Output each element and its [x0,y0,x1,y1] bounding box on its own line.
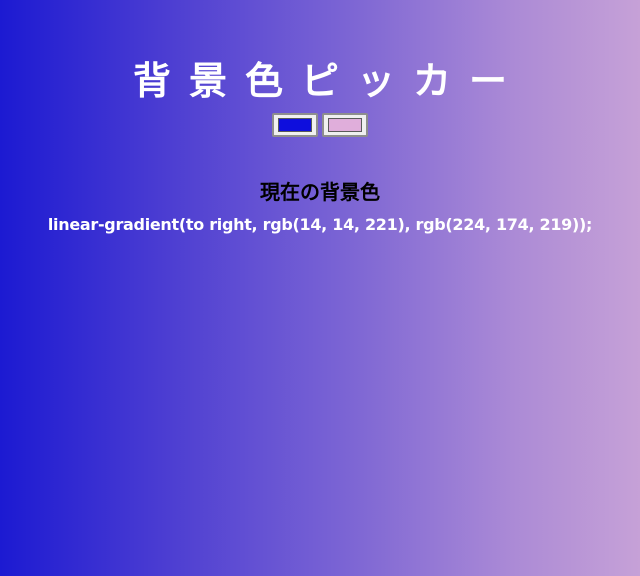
color-picker-end-fill [328,118,362,132]
color-picker-group [0,113,640,137]
page-title: 背景色ピッカー [132,59,525,104]
current-background-css: linear-gradient(to right, rgb(14, 14, 22… [47,215,593,234]
color-picker-end[interactable] [322,113,368,137]
color-picker-start[interactable] [272,113,318,137]
current-background-heading: 現在の背景色 [260,179,380,204]
color-picker-start-fill [278,118,312,132]
